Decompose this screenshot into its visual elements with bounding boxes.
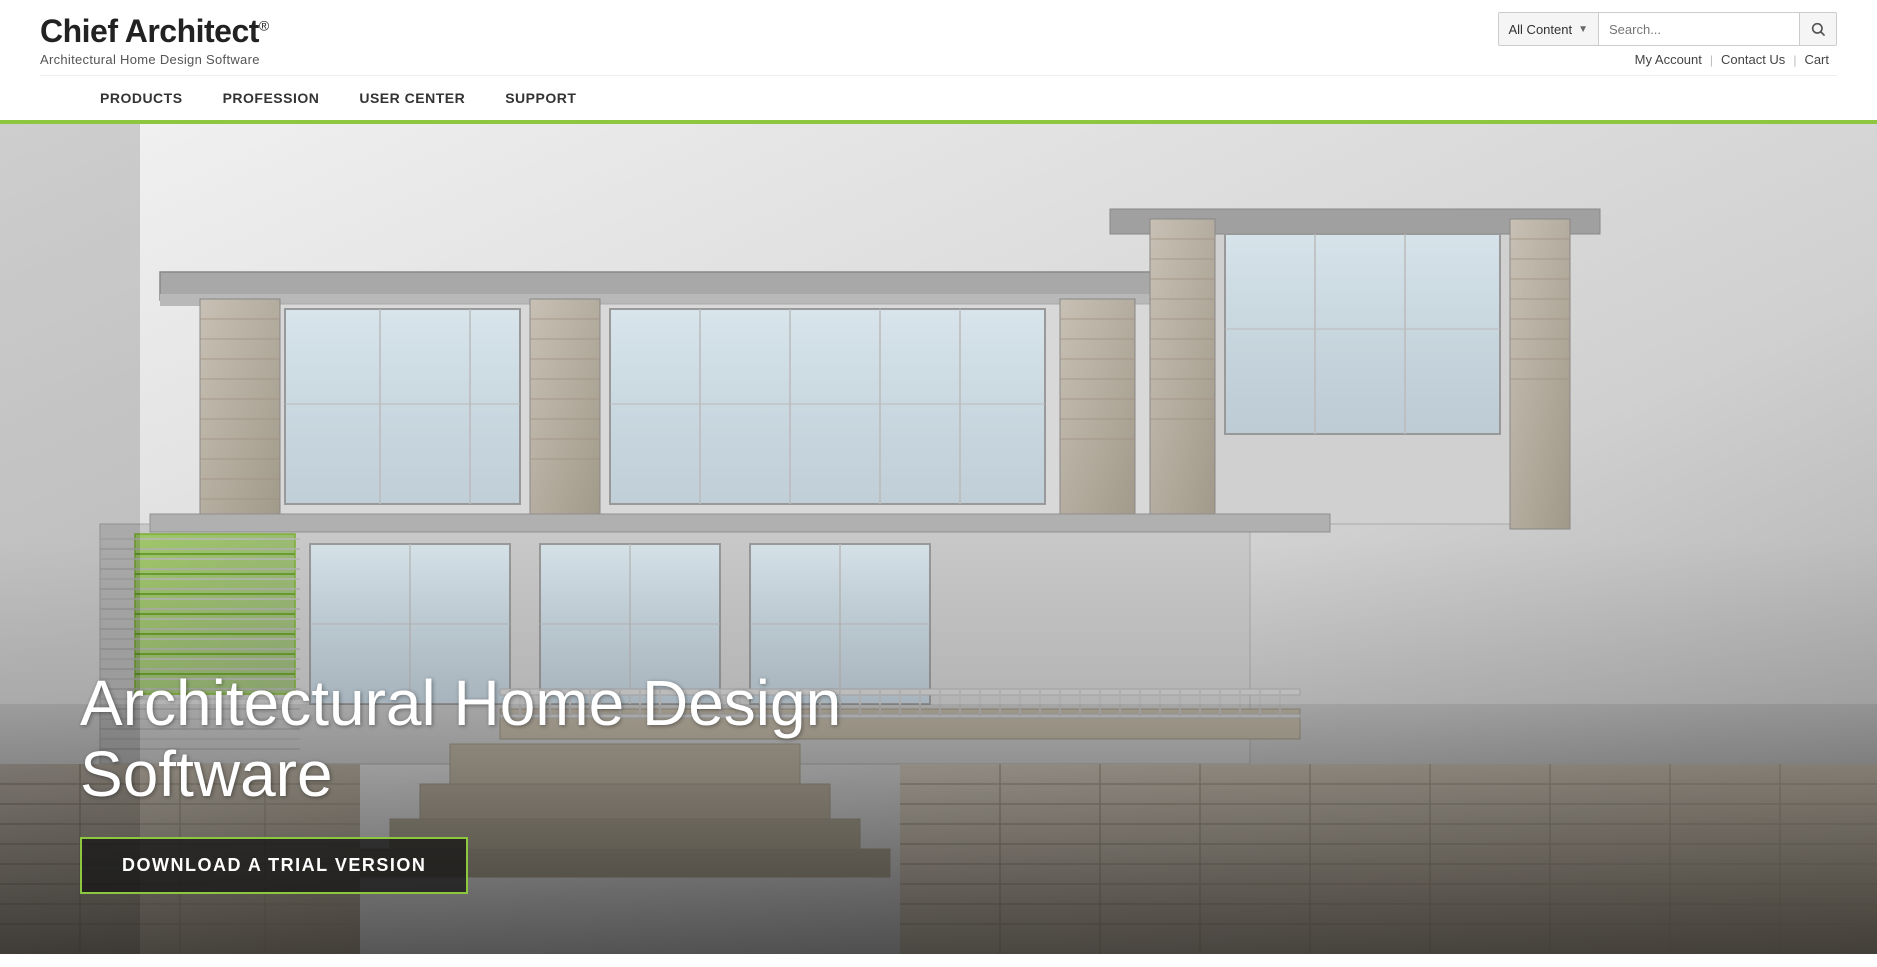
brand-registered: ® [259, 17, 269, 33]
nav-item-support[interactable]: SUPPORT [485, 76, 596, 120]
cart-link[interactable]: Cart [1796, 52, 1837, 67]
search-filter-label: All Content [1509, 22, 1573, 37]
search-filter-dropdown[interactable]: All Content ▼ [1499, 13, 1600, 45]
site-header: Chief Architect® Architectural Home Desi… [0, 0, 1877, 120]
nav-item-products[interactable]: PRODUCTS [80, 76, 203, 120]
search-button[interactable] [1799, 13, 1836, 45]
nav-item-user-center[interactable]: USER CENTER [339, 76, 485, 120]
nav-item-profession[interactable]: PROFESSION [203, 76, 340, 120]
search-input[interactable] [1599, 13, 1799, 45]
hero-section: Architectural Home Design Software DOWNL… [0, 124, 1877, 954]
brand-tagline: Architectural Home Design Software [40, 52, 269, 67]
header-top-bar: Chief Architect® Architectural Home Desi… [40, 12, 1837, 75]
hero-content-block: Architectural Home Design Software DOWNL… [80, 668, 980, 894]
header-utility-links: My Account | Contact Us | Cart [1627, 52, 1837, 67]
search-bar: All Content ▼ [1498, 12, 1838, 46]
my-account-link[interactable]: My Account [1627, 52, 1710, 67]
logo-area: Chief Architect® Architectural Home Desi… [40, 13, 269, 67]
contact-us-link[interactable]: Contact Us [1713, 52, 1793, 67]
search-icon [1810, 21, 1826, 37]
chevron-down-icon: ▼ [1578, 24, 1588, 35]
main-nav: PRODUCTS PROFESSION USER CENTER SUPPORT [40, 75, 1837, 120]
hero-heading: Architectural Home Design Software [80, 668, 980, 809]
header-right-section: All Content ▼ My Account | Contact Us | … [1498, 12, 1838, 67]
download-trial-button[interactable]: DOWNLOAD A TRIAL VERSION [80, 837, 468, 894]
brand-name: Chief Architect® [40, 13, 269, 50]
